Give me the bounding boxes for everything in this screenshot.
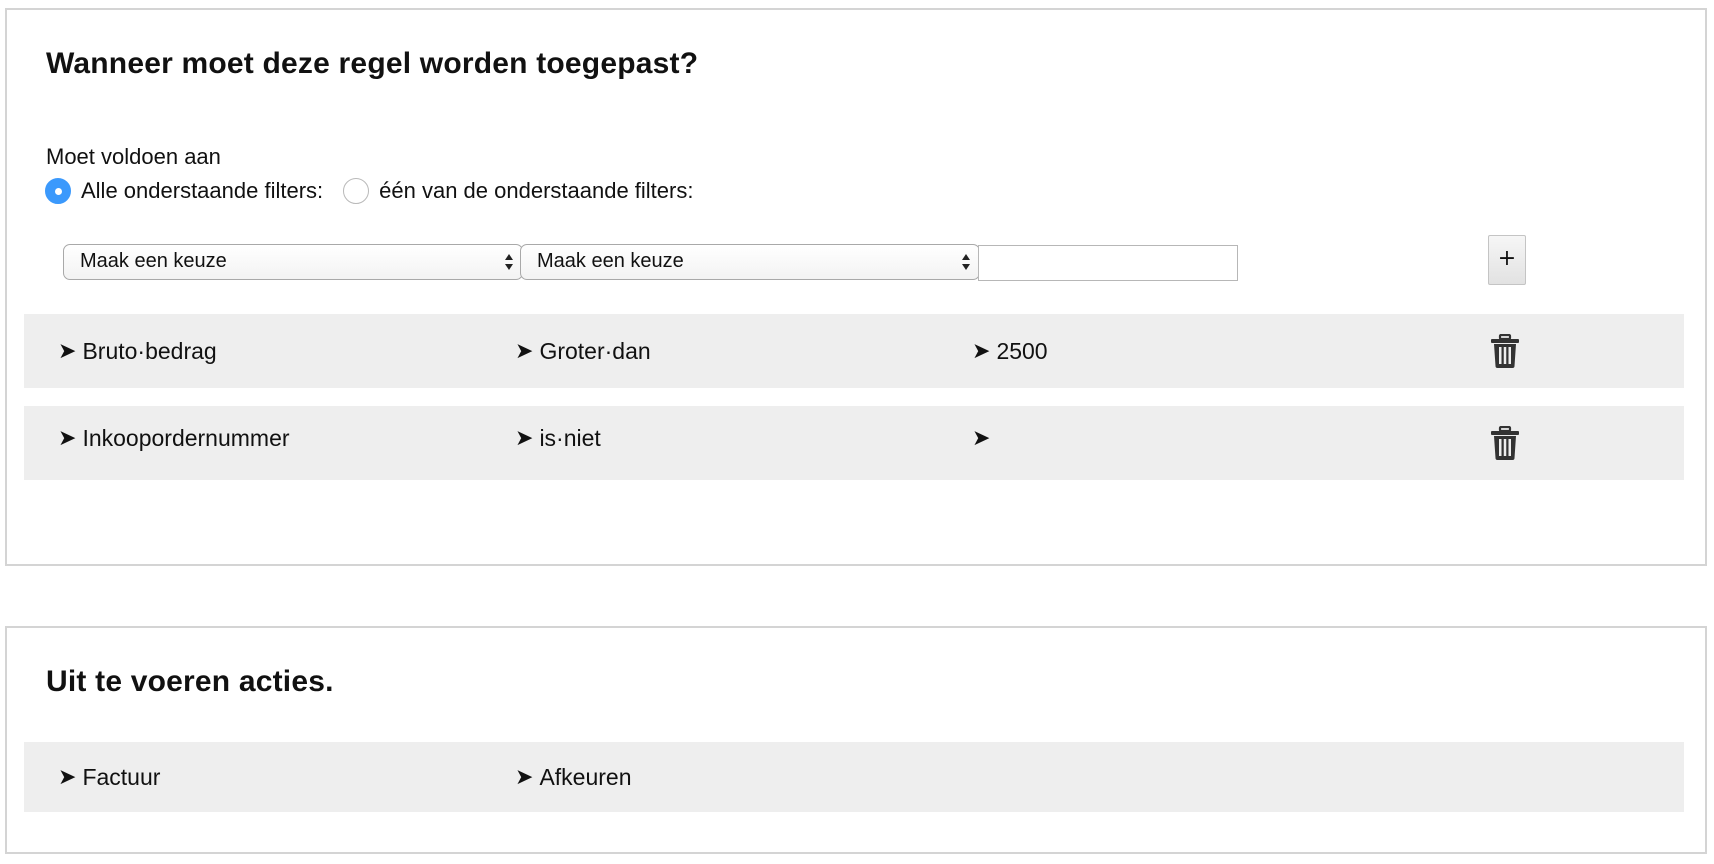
arrow-right-icon: ➤ <box>58 338 77 364</box>
filter-value-input[interactable] <box>978 245 1238 281</box>
operator-select[interactable]: Maak een keuze <box>520 244 980 280</box>
filter-operator: ➤ Groter·dan <box>515 314 651 388</box>
action-target-label: Factuur <box>82 763 161 790</box>
match-label: Moet voldoen aan <box>46 144 221 169</box>
arrow-right-icon: ➤ <box>58 425 77 451</box>
arrow-right-icon: ➤ <box>515 338 534 364</box>
trash-icon[interactable] <box>1490 426 1520 460</box>
conditions-panel: Wanneer moet deze regel worden toegepast… <box>5 8 1707 566</box>
field-select-value: Maak een keuze <box>80 250 227 272</box>
filter-value: ➤ 2500 <box>972 314 1048 388</box>
radio-all-filters[interactable] <box>45 178 71 204</box>
radio-one-filter[interactable] <box>343 178 370 204</box>
field-select[interactable]: Maak een keuze <box>63 244 523 280</box>
select-arrows-icon <box>505 254 513 270</box>
actions-panel: Uit te voeren acties. ➤ Factuur ➤ Afkeur… <box>5 626 1707 854</box>
operator-select-value: Maak een keuze <box>537 250 684 272</box>
arrow-right-icon: ➤ <box>515 764 534 790</box>
arrow-right-icon: ➤ <box>58 764 77 790</box>
action-type-label: Afkeuren <box>539 763 632 790</box>
select-arrows-icon <box>962 254 970 270</box>
action-type: ➤ Afkeuren <box>515 742 632 812</box>
filter-field: ➤ Inkoopordernummer <box>58 406 290 470</box>
filter-field: ➤ Bruto·bedrag <box>58 314 217 388</box>
arrow-right-icon: ➤ <box>515 425 534 451</box>
filter-value-label: 2500 <box>996 337 1048 364</box>
conditions-title: Wanneer moet deze regel worden toegepast… <box>46 47 699 80</box>
add-filter-button[interactable]: + <box>1488 235 1526 285</box>
match-radio-group: Alle onderstaande filters: één van de on… <box>45 178 693 204</box>
filter-operator: ➤ is·niet <box>515 406 601 470</box>
filter-row: ➤ Bruto·bedrag ➤ Groter·dan ➤ 2500 <box>24 314 1684 388</box>
radio-all-filters-label[interactable]: Alle onderstaande filters: <box>81 178 323 204</box>
filter-operator-label: Groter·dan <box>539 337 651 364</box>
filter-value: ➤ <box>972 406 996 470</box>
action-row: ➤ Factuur ➤ Afkeuren <box>24 742 1684 812</box>
arrow-right-icon: ➤ <box>972 338 991 364</box>
filter-field-label: Bruto·bedrag <box>82 337 217 364</box>
radio-one-filter-label[interactable]: één van de onderstaande filters: <box>379 178 693 204</box>
actions-title: Uit te voeren acties. <box>46 665 334 698</box>
filter-row: ➤ Inkoopordernummer ➤ is·niet ➤ <box>24 406 1684 480</box>
arrow-right-icon: ➤ <box>972 425 991 451</box>
filter-operator-label: is·niet <box>539 424 601 451</box>
trash-icon[interactable] <box>1490 334 1520 368</box>
filter-field-label: Inkoopordernummer <box>82 424 290 451</box>
action-target: ➤ Factuur <box>58 742 160 812</box>
